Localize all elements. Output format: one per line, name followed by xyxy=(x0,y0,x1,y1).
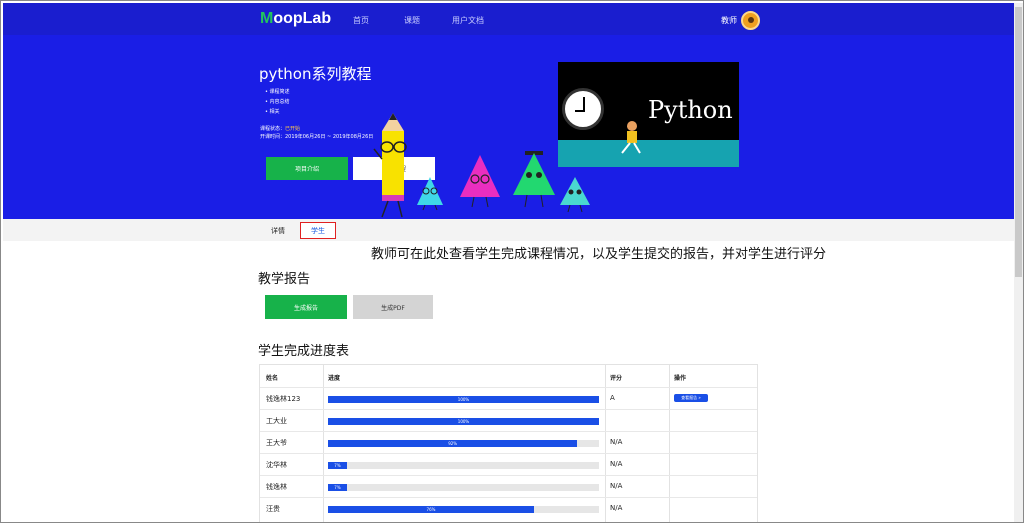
progress-bar: 100% xyxy=(328,396,599,403)
progress-section-title: 学生完成进度表 xyxy=(258,344,350,359)
banner-floor xyxy=(558,140,739,167)
grade-value: A xyxy=(610,394,615,402)
logo[interactable]: MoopLab xyxy=(260,10,331,28)
user-name[interactable]: 教师 xyxy=(721,15,737,26)
progress-bar-fill: 100% xyxy=(328,396,599,403)
table-row: 工大业 100% xyxy=(260,409,757,431)
nav-link-docs[interactable]: 用户文档 xyxy=(452,15,484,26)
pencil-mascot-icon xyxy=(373,113,407,218)
header-action: 操作 xyxy=(674,375,687,382)
course-hero: python系列教程 课程简述 内容总结 相关 课程状态：已开始 开课时间：20… xyxy=(3,35,1014,219)
report-section-title: 教学报告 xyxy=(258,272,311,287)
browser-viewport: MoopLab 首页 课题 用户文档 教师 python系列教程 课程简述 内容… xyxy=(0,0,1024,523)
header-progress: 进度 xyxy=(328,375,341,382)
student-name: 汪贵 xyxy=(266,505,280,513)
top-navbar: MoopLab 首页 课题 用户文档 教师 xyxy=(3,3,1014,35)
nav-link-topics[interactable]: 课题 xyxy=(404,15,420,26)
clock-icon xyxy=(562,88,604,130)
course-bullet: 相关 xyxy=(265,108,280,115)
progress-bar-fill: 92% xyxy=(328,440,578,447)
table-row: 钱逸林 7% N/A xyxy=(260,475,757,497)
progress-bar: 100% xyxy=(328,418,599,425)
student-name: 沈华林 xyxy=(266,461,287,469)
scrollbar-thumb[interactable] xyxy=(1015,7,1022,277)
progress-bar-fill: 7% xyxy=(328,462,347,469)
progress-bar: 7% xyxy=(328,462,599,469)
course-status: 课程状态：已开始 xyxy=(260,126,301,132)
tab-bar: 详情 学生 xyxy=(3,219,1014,241)
student-name: 王大爷 xyxy=(266,439,287,447)
generate-pdf-button[interactable]: 生成PDF xyxy=(353,295,433,319)
generate-report-button[interactable]: 生成报告 xyxy=(265,295,347,319)
annotation-text: 教师可在此处查看学生完成课程情况，以及学生提交的报告，并对学生进行评分 xyxy=(371,247,827,262)
page-scrollbar[interactable] xyxy=(1014,3,1023,522)
cyan-mascot-icon xyxy=(417,177,443,211)
banner-text: Python xyxy=(648,96,733,124)
grade-value: N/A xyxy=(610,438,623,446)
avatar[interactable] xyxy=(741,11,760,30)
course-bullet: 课程简述 xyxy=(265,88,290,95)
course-bullet: 内容总结 xyxy=(265,98,290,105)
header-name: 姓名 xyxy=(266,375,279,382)
header-grade: 评分 xyxy=(610,375,623,382)
table-row: 汪贵 76% N/A xyxy=(260,497,757,519)
progress-bar: 76% xyxy=(328,506,599,513)
progress-bar-fill: 76% xyxy=(328,506,534,513)
course-title: python系列教程 xyxy=(259,65,372,83)
course-period: 开课时间：2019年06月26日 ~ 2019年08月26日 xyxy=(260,134,374,140)
student-name: 钱逸林123 xyxy=(266,395,301,403)
table-row: 钱逸林123 100% A 查看报告 » xyxy=(260,387,757,409)
nav-link-home[interactable]: 首页 xyxy=(353,15,369,26)
student-name: 钱逸林 xyxy=(266,483,287,491)
green-mascot-icon xyxy=(513,151,555,208)
progress-bar-fill: 100% xyxy=(328,418,599,425)
table-row: 沈华林 7% N/A xyxy=(260,453,757,475)
table-row: 王大爷 92% N/A xyxy=(260,431,757,453)
progress-bar: 92% xyxy=(328,440,599,447)
student-name: 工大业 xyxy=(266,417,287,425)
progress-bar-fill: 7% xyxy=(328,484,347,491)
view-report-button[interactable]: 查看报告 » xyxy=(674,394,708,402)
project-intro-button[interactable]: 项目介绍 xyxy=(266,157,348,180)
grade-value: N/A xyxy=(610,504,623,512)
tab-detail[interactable]: 详情 xyxy=(271,226,285,236)
runner-figure-icon xyxy=(621,121,641,154)
python-banner-image: Python xyxy=(558,62,739,167)
progress-bar: 7% xyxy=(328,484,599,491)
pink-mascot-icon xyxy=(460,155,500,208)
tab-student[interactable]: 学生 xyxy=(300,222,336,239)
teal-mascot-icon xyxy=(560,177,590,213)
grade-value: N/A xyxy=(610,460,623,468)
grade-value: N/A xyxy=(610,482,623,490)
progress-table: 姓名 进度 评分 操作 钱逸林123 100% A 查看报告 » 工大业 100% 王大爷 9… xyxy=(259,364,758,522)
